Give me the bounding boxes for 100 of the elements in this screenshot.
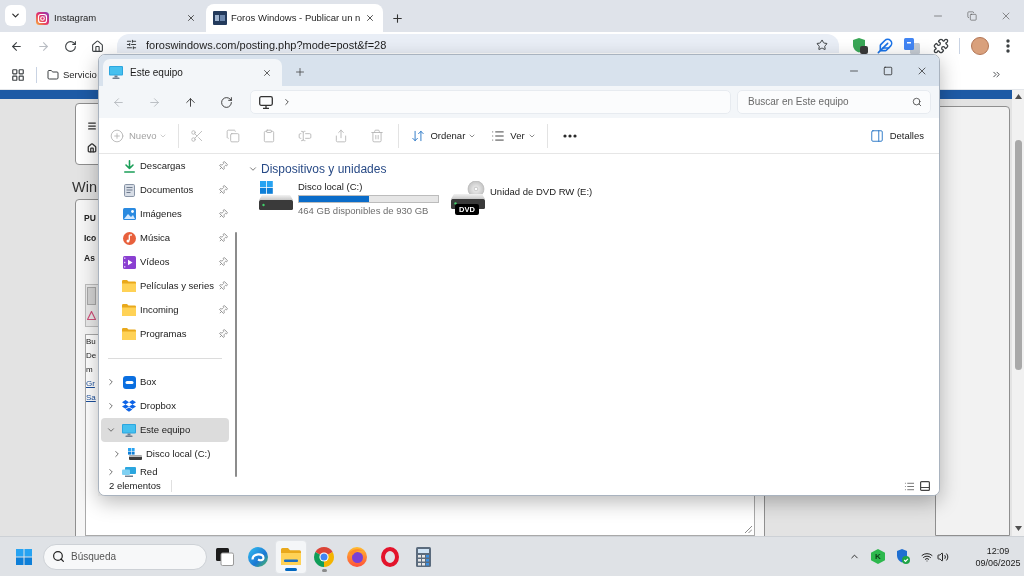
- form-label: PU: [84, 212, 96, 224]
- search-icon: [912, 97, 922, 107]
- apps-grid-icon[interactable]: [11, 67, 25, 82]
- scroll-down-icon[interactable]: [1014, 526, 1022, 531]
- music-note-icon: [122, 231, 136, 245]
- square-icon: [920, 481, 930, 491]
- nav-item[interactable]: Incoming: [101, 298, 229, 322]
- double-chevron-icon: [990, 69, 1002, 80]
- plus-icon: [390, 11, 404, 25]
- maximize-icon: [883, 65, 893, 76]
- plus-circle-icon: [110, 128, 124, 143]
- explorer-tab[interactable]: Este equipo: [103, 59, 282, 86]
- form-label: Ico: [84, 232, 97, 244]
- picture-icon: [122, 208, 136, 220]
- address-bar[interactable]: foroswindows.com/posting.php?mode=post&f=28: [117, 34, 839, 53]
- panel-icon: [869, 128, 884, 143]
- nav-item[interactable]: Vídeos: [101, 250, 229, 274]
- avatar-icon[interactable]: [971, 37, 989, 55]
- nav-item[interactable]: Dropbox: [101, 394, 229, 418]
- puzzle-icon[interactable]: [933, 38, 949, 54]
- search-field[interactable]: Buscar en Este equipo: [737, 90, 931, 114]
- triangle-icon[interactable]: [87, 311, 96, 320]
- item-count: 2 elementos: [109, 480, 161, 492]
- nav-item[interactable]: Box: [101, 370, 229, 394]
- chevron-down-icon: [248, 164, 258, 174]
- view-button[interactable]: Ver: [482, 121, 542, 150]
- chevron-right-icon[interactable]: [112, 449, 122, 459]
- close-icon: [1000, 10, 1012, 22]
- home-icon[interactable]: [87, 143, 97, 153]
- free-space-text: 464 GB disponibles de 930 GB: [298, 205, 430, 217]
- menu-icon[interactable]: [87, 121, 97, 131]
- message-field[interactable]: Bu De m Gr Sa: [85, 334, 98, 536]
- stacked-squares-icon: [216, 547, 234, 566]
- sliders-icon: [125, 39, 137, 50]
- chevron-down-icon[interactable]: [106, 425, 116, 435]
- sort-button[interactable]: Ordenar: [403, 121, 483, 150]
- disc-drive-icon: [451, 181, 485, 215]
- search-icon: [52, 550, 65, 563]
- nav-item[interactable]: Imágenes: [101, 202, 229, 226]
- hexagon-badge[interactable]: K: [871, 549, 885, 564]
- feather-icon[interactable]: [877, 38, 893, 54]
- nav-item[interactable]: Red: [101, 466, 229, 477]
- details-button[interactable]: Detalles: [864, 121, 930, 150]
- shield-icon[interactable]: [852, 38, 868, 54]
- ring-icon: [381, 546, 399, 567]
- nav-item[interactable]: Películas y series: [101, 274, 229, 298]
- page-heading: Win: [72, 178, 97, 196]
- clock-date[interactable]: 09/06/2025: [975, 556, 1021, 569]
- drive-name[interactable]: Disco local (C:): [298, 181, 439, 193]
- clock-time[interactable]: 12:09: [986, 544, 1010, 557]
- document-icon: [123, 183, 135, 197]
- scrollbar-thumb[interactable]: [1014, 140, 1022, 370]
- chevron-right-icon[interactable]: [282, 97, 292, 107]
- chevron-right-icon[interactable]: [106, 377, 116, 387]
- search-field[interactable]: Búsqueda: [43, 543, 207, 570]
- browser-tab[interactable]: Instagram: [32, 4, 200, 32]
- format-button[interactable]: [87, 287, 96, 305]
- calculator-icon: [415, 546, 431, 567]
- close-tab-icon[interactable]: [186, 13, 196, 23]
- message-link[interactable]: Gr: [86, 377, 95, 391]
- camera-icon: [36, 11, 49, 25]
- tiles-view-button[interactable]: [918, 479, 932, 493]
- site-logo-icon: [213, 11, 227, 25]
- bookmark-folder[interactable]: Servicio: [47, 63, 97, 86]
- nav-item[interactable]: Disco local (C:): [101, 442, 229, 466]
- monitor-icon: [109, 66, 123, 79]
- nav-item[interactable]: Programas: [101, 322, 229, 346]
- folder-icon: [281, 548, 301, 565]
- shield-check-icon[interactable]: [896, 549, 910, 564]
- video-icon: [122, 255, 136, 269]
- list-icon: [491, 128, 506, 143]
- group-header[interactable]: Dispositivos y unidades: [248, 161, 387, 177]
- chevron-right-icon[interactable]: [106, 466, 116, 477]
- restore-icon: [967, 11, 977, 21]
- close-tab-icon[interactable]: [262, 67, 272, 78]
- close-tab-icon[interactable]: [365, 13, 375, 23]
- chevron-right-icon[interactable]: [106, 401, 116, 411]
- drive-icon: [128, 448, 142, 460]
- nav-item[interactable]: Música: [101, 226, 229, 250]
- monitor-outline-icon: [259, 95, 273, 109]
- more-icon[interactable]: [1006, 39, 1010, 53]
- nav-item[interactable]: Descargas: [101, 154, 229, 178]
- wifi-icon[interactable]: [921, 550, 933, 563]
- download-arrow-icon: [122, 159, 136, 173]
- resize-grip-icon[interactable]: [745, 526, 752, 533]
- message-link[interactable]: Sa: [86, 391, 96, 405]
- volume-icon[interactable]: [937, 550, 949, 563]
- scroll-up-icon[interactable]: [1014, 94, 1022, 99]
- nav-item[interactable]: Este equipo: [101, 418, 229, 442]
- form-label: As: [84, 252, 95, 264]
- drive-name[interactable]: Unidad de DVD RW (E:): [490, 186, 593, 198]
- tab-search-button[interactable]: [5, 5, 26, 26]
- squares-icon[interactable]: [904, 38, 920, 54]
- scrollbar-thumb[interactable]: [235, 232, 237, 477]
- wave-icon: [248, 546, 268, 567]
- nav-item[interactable]: Documentos: [101, 178, 229, 202]
- browser-tab[interactable]: Foros Windows - Publicar un n: [206, 4, 383, 32]
- message-text: De: [86, 350, 97, 362]
- bookmark-star-icon[interactable]: [816, 38, 828, 51]
- tricolor-circle-icon: [314, 546, 334, 567]
